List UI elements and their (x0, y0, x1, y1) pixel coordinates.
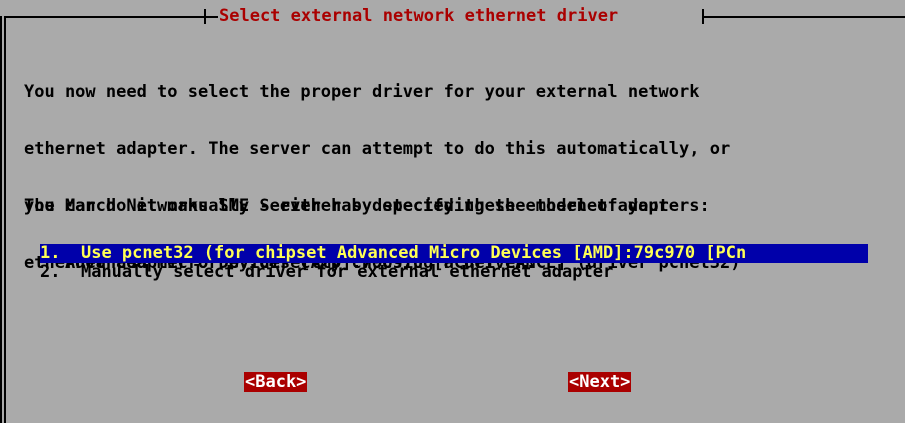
detected-adapters-text: The March Networks SME Server has detect… (24, 159, 740, 311)
driver-selection-dialog: Select external network ethernet driver … (0, 0, 905, 423)
dialog-frame-left (4, 16, 6, 423)
title-bracket-left (204, 9, 206, 24)
dialog-title: Select external network ethernet driver (219, 6, 619, 26)
dialog-frame-top-right (702, 16, 905, 18)
menu-item-manual-select[interactable]: 2. Manually select driver for external e… (40, 263, 868, 282)
dialog-frame-top-left (4, 16, 218, 18)
back-button[interactable]: <Back> (244, 372, 308, 392)
menu-item-use-pcnet32[interactable]: 1. Use pcnet32 (for chipset Advanced Mic… (40, 244, 868, 263)
menu-item-number: 2. (40, 263, 61, 282)
menu-item-number: 1. (40, 244, 61, 263)
detect-line: The March Networks SME Server has detect… (24, 196, 710, 216)
menu-item-label: Use pcnet32 (for chipset Advanced Micro … (80, 244, 747, 263)
intro-line: ethernet adapter. The server can attempt… (24, 139, 731, 159)
menu-item-label: Manually select driver for external ethe… (80, 263, 614, 282)
driver-menu: 1. Use pcnet32 (for chipset Advanced Mic… (40, 244, 868, 282)
intro-line: You now need to select the proper driver… (24, 82, 700, 102)
next-button[interactable]: <Next> (568, 372, 632, 392)
outer-frame-edge (0, 16, 2, 423)
